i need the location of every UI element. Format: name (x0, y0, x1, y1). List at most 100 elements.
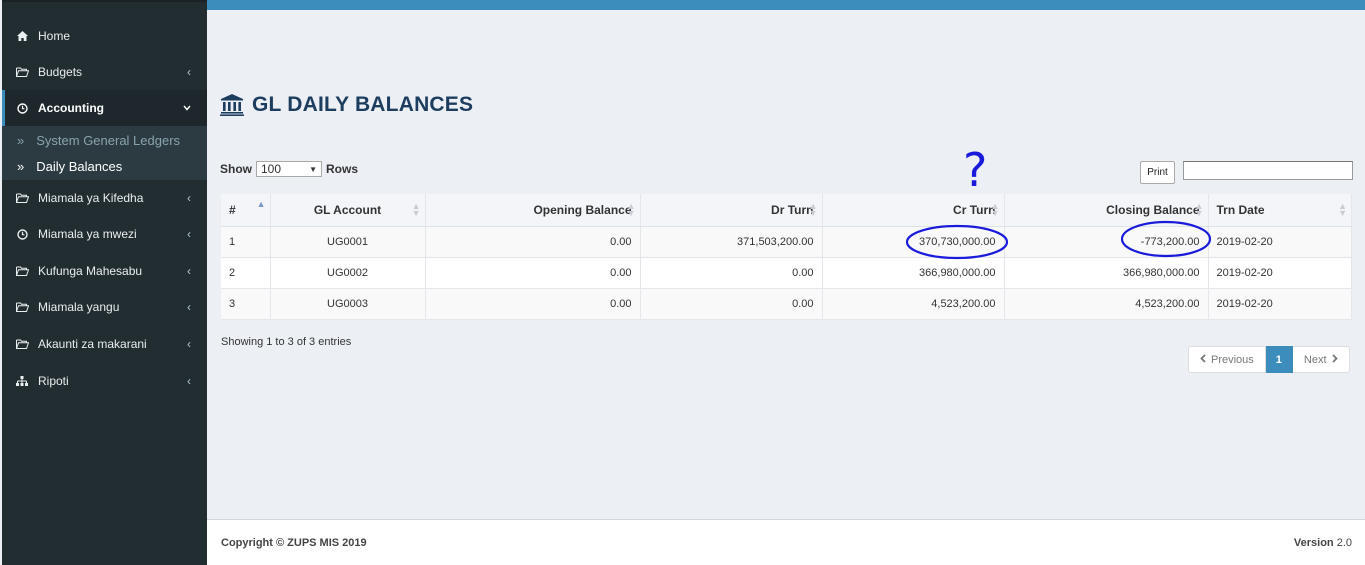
sidebar-item-akaunti-za-makarani[interactable]: Akaunti za makarani ‹ (2, 326, 207, 362)
gl-balances-table: # ▲ GL Account ▲ ▼ Opening Balance ▲ ▼ Dr … (221, 194, 1352, 320)
gl-account-link[interactable]: UG0002 (270, 257, 426, 289)
column-header-gl-account[interactable]: GL Account ▲ ▼ (270, 194, 426, 227)
sort-icon: ▲ ▼ (990, 201, 1000, 218)
gl-account-link[interactable]: UG0001 (270, 226, 426, 258)
table-row: 1 UG0001 0.00 371,503,200.00 370,730,000… (221, 226, 1352, 258)
copyright-text: Copyright © ZUPS MIS 2019 (221, 536, 367, 549)
print-button[interactable]: Print (1140, 161, 1175, 184)
folder-open-icon (15, 302, 29, 312)
page-title: GL DAILY BALANCES (220, 90, 473, 120)
chevron-down-icon (183, 100, 191, 114)
cell-cr-turn: 4,523,200.00 (822, 288, 1005, 320)
chevron-left-icon: ‹ (187, 227, 191, 241)
gl-account-link[interactable]: UG0003 (270, 288, 426, 320)
sidebar-item-miamala-ya-kifedha[interactable]: Miamala ya Kifedha ‹ (2, 180, 207, 216)
sidebar-item-label: Miamala ya Kifedha (38, 191, 144, 205)
sort-icon: ▲ ▼ (1194, 201, 1204, 218)
sitemap-icon (15, 376, 29, 386)
double-chevron-right-icon: » (17, 158, 25, 174)
column-header-label: Closing Balance (1106, 202, 1200, 217)
cell-opening-balance: 0.00 (425, 257, 641, 289)
table-header-row: # ▲ GL Account ▲ ▼ Opening Balance ▲ ▼ Dr … (221, 194, 1352, 227)
column-header-index[interactable]: # ▲ (221, 194, 271, 227)
cell-cr-turn: 370,730,000.00 (822, 226, 1005, 258)
search-input[interactable] (1183, 161, 1353, 180)
sidebar-item-label: Accounting (38, 101, 104, 115)
column-header-cr-turn[interactable]: Cr Turn ▲ ▼ (822, 194, 1005, 227)
sidebar-item-label: Ripoti (38, 374, 69, 388)
double-chevron-right-icon: » (17, 132, 25, 148)
column-header-opening-balance[interactable]: Opening Balance ▲ ▼ (425, 194, 641, 227)
cell-index: 1 (221, 226, 271, 258)
version-value: 2.0 (1336, 536, 1352, 549)
cell-closing-balance: 366,980,000.00 (1004, 257, 1209, 289)
sort-icon: ▲ ▼ (411, 201, 421, 218)
next-page-button[interactable]: Next (1292, 346, 1350, 373)
chevron-left-icon: ‹ (187, 337, 191, 351)
cell-dr-turn: 0.00 (640, 257, 823, 289)
column-header-label: GL Account (313, 202, 382, 217)
page-1-button[interactable]: 1 (1265, 346, 1293, 373)
sidebar-item-label: Budgets (38, 65, 83, 79)
next-label: Next (1303, 353, 1327, 366)
chevron-left-icon (1200, 353, 1206, 366)
cell-opening-balance: 0.00 (425, 288, 641, 320)
cell-closing-balance: -773,200.00 (1004, 226, 1209, 258)
sidebar-item-label: Akaunti za makarani (38, 337, 147, 351)
submenu-item-system-general-ledgers[interactable]: » System General Ledgers (2, 127, 207, 153)
sidebar-top-border (2, 0, 207, 2)
rows-label: Rows (326, 162, 359, 176)
table-row: 2 UG0002 0.00 0.00 366,980,000.00 366,98… (221, 257, 1352, 289)
cell-index: 3 (221, 288, 271, 320)
question-mark-annotation: ? (963, 143, 987, 197)
submenu-item-daily-balances[interactable]: » Daily Balances (2, 153, 207, 179)
sidebar-item-label: Miamala ya mwezi (38, 227, 137, 241)
rows-per-page-select[interactable]: 100 ▼ (256, 161, 322, 177)
sidebar-item-budgets[interactable]: Budgets ‹ (2, 54, 207, 90)
caret-down-icon: ▼ (309, 164, 317, 174)
sidebar-item-miamala-yangu[interactable]: Miamala yangu ‹ (2, 289, 207, 325)
folder-open-icon (15, 67, 29, 77)
cell-trn-date: 2019-02-20 (1208, 226, 1352, 258)
submenu-item-label: Daily Balances (36, 158, 123, 174)
folder-open-icon (15, 266, 29, 276)
footer: Copyright © ZUPS MIS 2019 Version 2.0 (207, 519, 1365, 565)
sort-icon: ▲ ▼ (1338, 201, 1347, 218)
cell-index: 2 (221, 257, 271, 289)
cell-cr-turn: 366,980,000.00 (822, 257, 1005, 289)
sidebar: Home Budgets ‹ Accounting » System Gener… (2, 0, 207, 565)
sidebar-item-miamala-ya-mwezi[interactable]: Miamala ya mwezi ‹ (2, 216, 207, 252)
sidebar-item-label: Kufunga Mahesabu (38, 264, 143, 278)
folder-open-icon (15, 193, 29, 203)
bank-icon (220, 94, 244, 116)
table-row: 3 UG0003 0.00 0.00 4,523,200.00 4,523,20… (221, 288, 1352, 320)
chevron-left-icon: ‹ (187, 264, 191, 278)
cell-trn-date: 2019-02-20 (1208, 257, 1352, 289)
chevron-left-icon: ‹ (187, 191, 191, 205)
cell-opening-balance: 0.00 (425, 226, 641, 258)
sidebar-item-home[interactable]: Home (2, 18, 207, 54)
column-header-trn-date[interactable]: Trn Date ▲ ▼ (1208, 194, 1352, 227)
column-header-label: Cr Turn (953, 202, 996, 217)
previous-page-button[interactable]: Previous (1188, 346, 1266, 373)
submenu-item-label: System General Ledgers (36, 132, 181, 148)
version-info: Version 2.0 (1294, 537, 1352, 549)
cell-closing-balance: 4,523,200.00 (1004, 288, 1209, 320)
home-icon (15, 31, 29, 41)
sidebar-item-kufunga-mahesabu[interactable]: Kufunga Mahesabu ‹ (2, 253, 207, 289)
sidebar-item-label: Home (38, 29, 71, 43)
cell-dr-turn: 371,503,200.00 (640, 226, 823, 258)
accounting-submenu: » System General Ledgers » Daily Balance… (2, 126, 207, 180)
sort-ascending-icon: ▲ (256, 199, 266, 209)
rows-per-page-control: Show 100 ▼ Rows (220, 160, 358, 178)
sort-icon: ▲ ▼ (808, 201, 818, 218)
version-label: Version (1293, 536, 1334, 549)
column-header-closing-balance[interactable]: Closing Balance ▲ ▼ (1004, 194, 1209, 227)
column-header-label: Opening Balance (533, 202, 632, 217)
chevron-left-icon: ‹ (187, 300, 191, 314)
column-header-dr-turn[interactable]: Dr Turn ▲ ▼ (640, 194, 823, 227)
sidebar-item-ripoti[interactable]: Ripoti ‹ (2, 363, 207, 399)
sidebar-item-label: Miamala yangu (38, 300, 120, 314)
sidebar-item-accounting[interactable]: Accounting (2, 90, 207, 126)
show-label: Show (220, 162, 252, 176)
